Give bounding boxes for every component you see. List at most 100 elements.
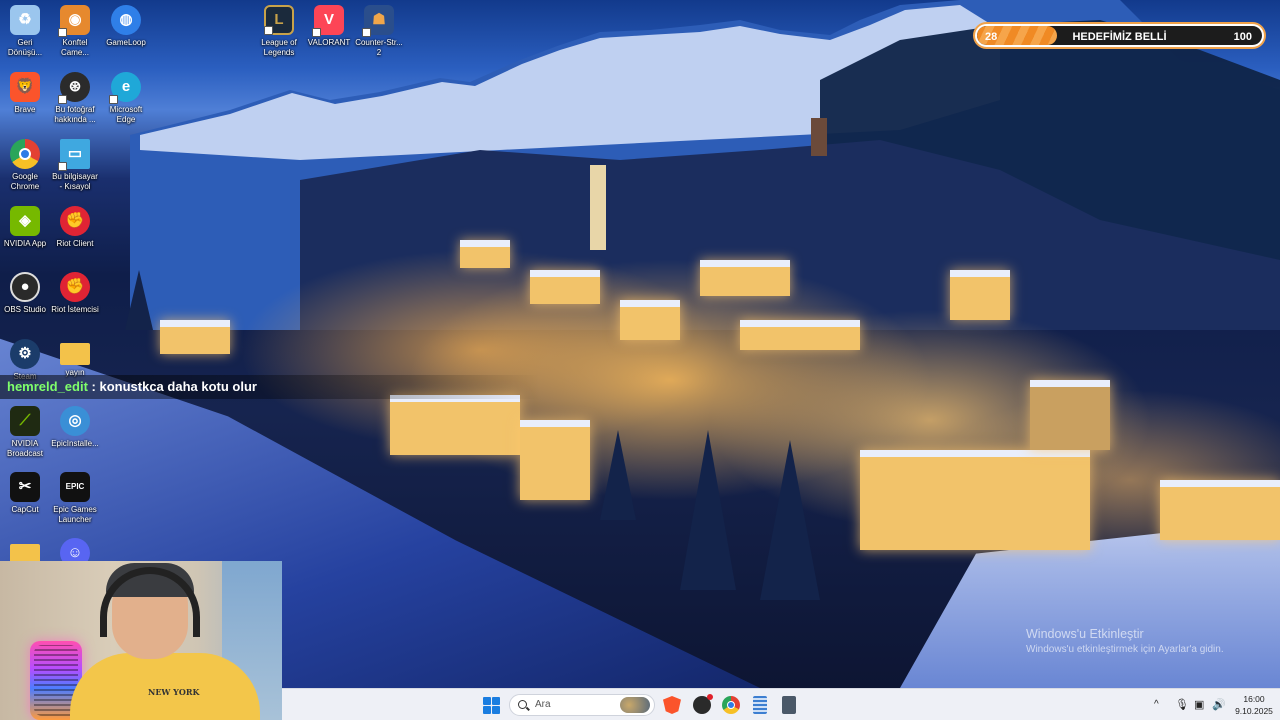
- start-button[interactable]: [483, 697, 500, 714]
- desktop-icon-gameloop[interactable]: ◍ GameLoop: [101, 5, 151, 48]
- desktop-icon-epic-installer[interactable]: ◎ EpicInstalle...: [50, 406, 100, 449]
- desktop-icon-valorant[interactable]: V VALORANT: [304, 5, 354, 48]
- network-icon[interactable]: ▣: [1194, 689, 1204, 720]
- activation-subtitle: Windows'u etkinleştirmek için Ayarlar'a …: [1026, 644, 1224, 655]
- nvidia-broadcast-icon: ⟋: [10, 406, 40, 436]
- village-house: [1030, 380, 1110, 450]
- church-tower: [590, 165, 606, 250]
- pine-tree: [600, 430, 636, 520]
- desktop-icon-label: Geri Dönüşü...: [7, 38, 43, 57]
- desktop-icon-label: Epic Games Launcher: [53, 505, 97, 524]
- desktop-icon-label: NVIDIA Broadcast: [6, 439, 44, 458]
- search-icon: [518, 700, 527, 709]
- recycle-bin-icon: ♻: [10, 5, 40, 35]
- taskbar-clock[interactable]: 16:00 9.10.2025: [1232, 693, 1276, 717]
- goal-max-value: 100: [1233, 31, 1252, 43]
- desktop-icon-about-photo[interactable]: ⊛ Bu fotoğraf hakkında ...: [50, 72, 100, 125]
- taskbar-app-calculator[interactable]: [782, 696, 796, 714]
- desktop-icon-label: Riot İstemcisi: [51, 305, 99, 314]
- desktop-icon-label: Bu fotoğraf hakkında ...: [54, 105, 96, 124]
- desktop-icon-epic-launcher[interactable]: EPIC Epic Games Launcher: [50, 472, 100, 525]
- clock-date: 9.10.2025: [1235, 706, 1273, 716]
- desktop-icon-edge[interactable]: e Microsoft Edge: [101, 72, 151, 125]
- desktop-icon-brave[interactable]: 🦁 Brave: [0, 72, 50, 115]
- search-placeholder: Ara: [535, 699, 551, 710]
- taskbar-search-box[interactable]: Ara: [509, 694, 655, 716]
- webcam-overlay: NEW YORK: [0, 561, 282, 720]
- pine-tree: [760, 440, 820, 600]
- desktop-icon-obs[interactable]: ● OBS Studio: [0, 272, 50, 315]
- counter-strike-icon: ☗: [362, 5, 394, 37]
- village-house: [620, 300, 680, 340]
- chat-text: konustkca daha kotu olur: [99, 379, 257, 394]
- activation-watermark: Windows'u Etkinleştir Windows'u etkinleş…: [1026, 626, 1224, 657]
- epic-games-icon: EPIC: [60, 472, 90, 502]
- desktop-icon-label: EpicInstalle...: [51, 439, 99, 448]
- goal-track: 28 HEDEFİMİZ BELLİ 100: [977, 26, 1262, 45]
- desktop-icon-label: Bu bilgisayar - Kısayol: [52, 172, 98, 191]
- taskbar-app-notepad[interactable]: [753, 696, 767, 714]
- capcut-icon: ✂: [10, 472, 40, 502]
- search-highlight-thumbnail: [620, 697, 650, 713]
- chat-username: hemreld_edit: [7, 379, 88, 394]
- desktop-icon-nvidia-app[interactable]: ◈ NVIDIA App: [0, 206, 50, 249]
- desktop-icon-label: Konftel Came...: [60, 38, 89, 57]
- desktop-icon-label: Google Chrome: [10, 172, 40, 191]
- village-house: [1160, 480, 1280, 540]
- steam-icon: ⚙: [10, 339, 40, 369]
- desktop-icon-label: Microsoft Edge: [109, 105, 143, 124]
- microphone-icon[interactable]: 🎙: [1175, 689, 1189, 720]
- pine-tree: [125, 270, 153, 330]
- village-house: [530, 270, 600, 304]
- folder-icon: [60, 343, 90, 365]
- desktop-icon-riot-client[interactable]: ✊ Riot Client: [50, 206, 100, 249]
- desktop-icon-konftel[interactable]: ◉ Konftel Came...: [50, 5, 100, 58]
- windows-logo-tile: [483, 706, 491, 714]
- gameloop-icon: ◍: [111, 5, 141, 35]
- taskbar-app-obs[interactable]: [693, 694, 713, 714]
- chat-message: hemreld_edit : konustkca daha kotu olur: [0, 375, 540, 399]
- windows-logo-tile: [492, 697, 500, 705]
- chat-separator: :: [87, 379, 100, 394]
- shirt-print: NEW YORK: [148, 687, 200, 697]
- village-house: [390, 395, 520, 455]
- pine-tree: [680, 430, 736, 590]
- taskbar: Ara ^ 🎙 ▣ 🔊 16:00 9.10.2025: [282, 688, 1280, 720]
- desktop-icon-label: Counter-Str... 2: [355, 38, 403, 57]
- desktop-icon-recycle-bin[interactable]: ♻ Geri Dönüşü...: [0, 5, 50, 58]
- goal-label: HEDEFİMİZ BELLİ: [1072, 31, 1167, 43]
- aperture-icon: ⊛: [58, 72, 90, 104]
- tray-overflow-chevron[interactable]: ^: [1154, 689, 1159, 720]
- desktop-icon-yayin[interactable]: yayın: [50, 339, 100, 378]
- obs-icon: ●: [10, 272, 40, 302]
- desktop-icon-label: CapCut: [11, 505, 39, 514]
- desktop-icon-counter-strike[interactable]: ☗ Counter-Str... 2: [354, 5, 404, 58]
- konftel-camera-icon: ◉: [58, 5, 90, 37]
- chrome-icon: [10, 139, 40, 169]
- village-house: [460, 240, 510, 268]
- clock-time: 16:00: [1243, 694, 1265, 704]
- installer-disc-icon: ◎: [60, 406, 90, 436]
- desktop-icon-riot-istemci[interactable]: ✊ Riot İstemcisi: [50, 272, 100, 315]
- desktop-icon-label: GameLoop: [106, 38, 146, 47]
- village-house: [950, 270, 1010, 320]
- desktop-icon-league[interactable]: L League of Legends: [254, 5, 304, 58]
- desktop-icon-this-pc[interactable]: ▭ Bu bilgisayar - Kısayol: [50, 139, 100, 192]
- monitor-icon: ▭: [58, 139, 90, 171]
- desktop-icon-chrome[interactable]: Google Chrome: [0, 139, 50, 192]
- tower-ruin: [811, 118, 827, 156]
- valorant-icon: V: [312, 5, 344, 37]
- edge-icon: e: [109, 72, 141, 104]
- taskbar-app-chrome[interactable]: [722, 696, 740, 714]
- taskbar-app-brave[interactable]: [663, 696, 681, 714]
- village-house: [740, 320, 860, 350]
- desktop-icon-nvidia-broadcast[interactable]: ⟋ NVIDIA Broadcast: [0, 406, 50, 459]
- riot-icon: ✊: [60, 206, 90, 236]
- goal-progress-widget: 28 HEDEFİMİZ BELLİ 100: [973, 22, 1266, 49]
- village-house: [520, 420, 590, 500]
- volume-icon[interactable]: 🔊: [1212, 689, 1226, 720]
- brave-icon: 🦁: [10, 72, 40, 102]
- village-house: [700, 260, 790, 296]
- desktop-icon-label: League of Legends: [261, 38, 297, 57]
- desktop-icon-capcut[interactable]: ✂ CapCut: [0, 472, 50, 515]
